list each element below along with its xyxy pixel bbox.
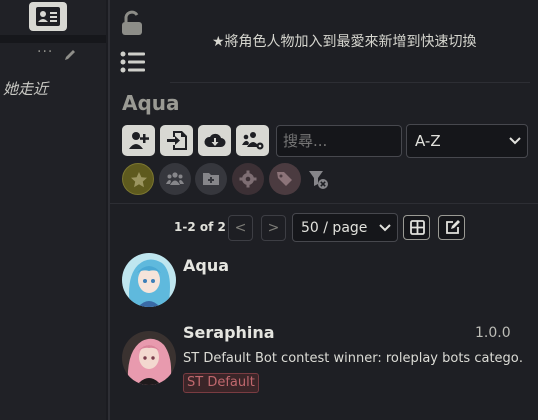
character-name: Aqua bbox=[183, 256, 230, 275]
favorites-hint-text: 將角色人物加入到最愛來新增到快速切換 bbox=[224, 34, 477, 50]
grid-view-toggle[interactable] bbox=[403, 215, 430, 240]
add-user-icon bbox=[129, 132, 149, 149]
character-name: Seraphina bbox=[183, 323, 275, 342]
divider bbox=[170, 82, 530, 83]
lock-open-icon[interactable] bbox=[120, 10, 144, 36]
character-tag[interactable]: ST Default bbox=[183, 373, 259, 393]
avatar bbox=[122, 331, 176, 385]
list-icon[interactable] bbox=[120, 50, 146, 74]
filter-groups-chip[interactable] bbox=[159, 163, 191, 195]
favorites-hint: ★將角色人物加入到最愛來新增到快速切換 bbox=[212, 31, 477, 51]
group-icon bbox=[166, 172, 184, 185]
tags-icon bbox=[277, 172, 292, 186]
character-item[interactable]: Seraphina 1.0.0 ST Default Bot contest w… bbox=[122, 323, 532, 397]
character-list-panel: ★將角色人物加入到最愛來新增到快速切換 Aqua 搜尋... A-Z 1-2 o… bbox=[108, 0, 538, 420]
grid-icon bbox=[410, 220, 425, 235]
divider bbox=[0, 35, 106, 43]
page-size-select[interactable]: 50 / page bbox=[292, 213, 398, 242]
import-icon bbox=[167, 131, 187, 150]
pagination-count: 1-2 of 2 bbox=[174, 220, 226, 234]
chevron-down-icon bbox=[509, 137, 521, 145]
character-card-button[interactable] bbox=[29, 2, 67, 31]
chevron-down-icon bbox=[379, 224, 391, 232]
bulk-edit-button[interactable] bbox=[438, 215, 465, 240]
next-page-button[interactable]: > bbox=[261, 215, 286, 241]
app-root: ··· 她走近 ★將角色人物加入到最愛來新增到快速切換 Aqua 搜尋... A… bbox=[0, 0, 538, 420]
chat-message-snippet: 她走近 bbox=[3, 80, 49, 98]
avatar bbox=[122, 253, 176, 307]
filter-settings-chip[interactable] bbox=[232, 163, 264, 195]
panel-title: Aqua bbox=[122, 91, 180, 115]
import-url-button[interactable] bbox=[198, 125, 231, 156]
pencil-icon[interactable] bbox=[63, 48, 77, 62]
page-size-value: 50 / page bbox=[301, 220, 368, 236]
character-version: 1.0.0 bbox=[475, 325, 511, 341]
sort-selected-value: A-Z bbox=[415, 132, 441, 150]
folder-plus-icon bbox=[203, 173, 219, 185]
filter-clear-icon[interactable] bbox=[308, 170, 330, 190]
create-group-button[interactable] bbox=[236, 125, 269, 156]
prev-page-button[interactable]: < bbox=[228, 215, 253, 241]
download-cloud-icon bbox=[204, 133, 226, 147]
divider bbox=[110, 203, 538, 204]
edit-icon bbox=[446, 220, 460, 234]
gear-icon bbox=[239, 170, 257, 188]
search-input[interactable] bbox=[276, 125, 402, 157]
import-file-button[interactable] bbox=[160, 125, 193, 156]
create-character-button[interactable] bbox=[122, 125, 155, 156]
sort-select[interactable]: A-Z bbox=[406, 124, 528, 158]
character-item[interactable]: Aqua bbox=[122, 253, 532, 309]
star-icon: ★ bbox=[212, 34, 225, 50]
message-menu-button[interactable]: ··· bbox=[37, 44, 53, 60]
filter-folder-chip[interactable] bbox=[195, 163, 227, 195]
chat-panel: ··· 她走近 bbox=[0, 0, 106, 420]
filter-tags-chip[interactable] bbox=[269, 163, 301, 195]
star-icon bbox=[131, 172, 147, 188]
character-description: ST Default Bot contest winner: roleplay … bbox=[183, 351, 523, 366]
filter-favorites-chip[interactable] bbox=[122, 163, 154, 195]
id-card-icon bbox=[36, 7, 60, 26]
users-gear-icon bbox=[242, 132, 264, 150]
